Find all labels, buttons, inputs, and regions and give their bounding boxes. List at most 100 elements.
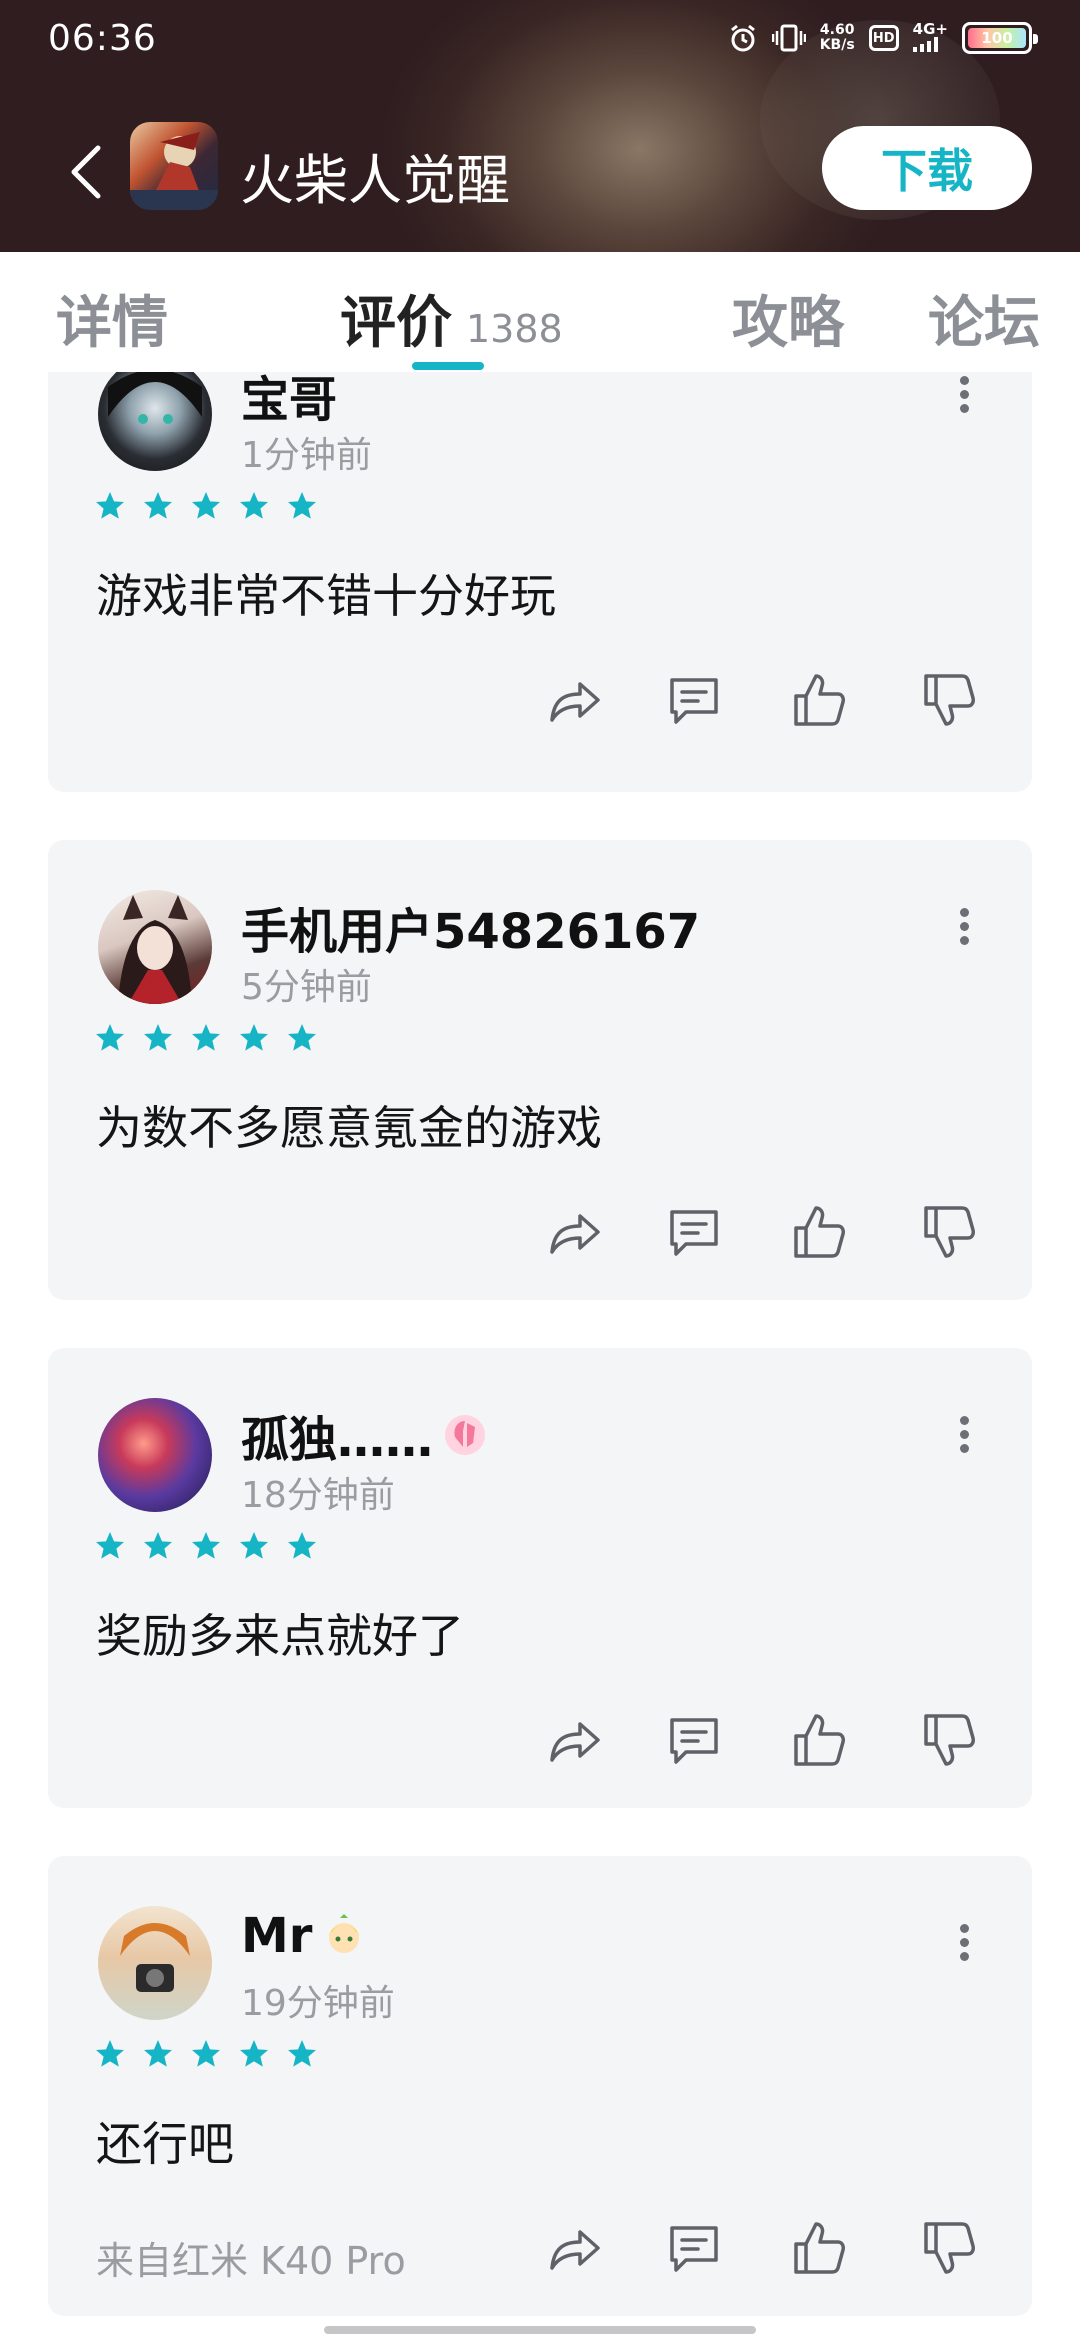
back-arrow-icon[interactable]: [62, 142, 112, 202]
comment-icon[interactable]: [664, 1710, 724, 1770]
avatar[interactable]: [98, 1906, 212, 2020]
rating-stars: [94, 490, 318, 522]
review-username[interactable]: Mr: [241, 1908, 366, 1964]
share-icon[interactable]: [544, 2218, 604, 2278]
tab-reviews-label: 评价: [340, 291, 452, 356]
signal-label: 4G+: [912, 20, 948, 38]
star-icon: [96, 1532, 124, 1559]
comment-icon[interactable]: [664, 1202, 724, 1262]
star-icon: [96, 1024, 124, 1051]
review-username[interactable]: 宝哥: [241, 372, 337, 430]
rating-stars: [94, 1530, 318, 1562]
net-speed: 4.60 KB/s: [820, 23, 855, 53]
status-time: 06:36: [48, 18, 157, 59]
star-icon: [240, 1532, 268, 1559]
more-options-icon[interactable]: [960, 376, 970, 413]
review-username[interactable]: 孤独……: [241, 1400, 487, 1470]
battery-level: 100: [968, 28, 1026, 48]
tab-bar: 详情 评价 1388 攻略 论坛: [0, 252, 1080, 372]
comment-icon[interactable]: [664, 670, 724, 730]
net-speed-unit: KB/s: [819, 37, 855, 53]
review-content: 奖励多来点就好了: [96, 1609, 464, 1663]
review-content: 游戏非常不错十分好玩: [96, 569, 556, 623]
star-icon: [144, 1532, 172, 1559]
net-speed-value: 4.60: [819, 22, 855, 38]
star-icon: [96, 2040, 124, 2067]
share-icon[interactable]: [544, 1710, 604, 1770]
thumbs-up-icon[interactable]: [788, 2218, 848, 2278]
star-icon: [144, 2040, 172, 2067]
review-content: 为数不多愿意氪金的游戏: [96, 1101, 602, 1155]
tab-reviews[interactable]: 评价 1388: [340, 278, 563, 359]
rating-stars: [94, 1022, 318, 1054]
app-header: 06:36 4.60 KB/s HD 4G+ 100 火柴人觉醒 下载: [0, 0, 1080, 252]
avatar[interactable]: [98, 1398, 212, 1512]
star-icon: [192, 1024, 220, 1051]
star-icon: [192, 1532, 220, 1559]
hd-icon: HD: [868, 25, 899, 51]
app-title: 火柴人觉醒: [240, 149, 510, 212]
username-text: 手机用户54826167: [241, 904, 701, 960]
star-icon: [288, 492, 316, 519]
more-options-icon[interactable]: [960, 908, 970, 945]
review-time: 18分钟前: [241, 1475, 395, 1516]
review-actions: [48, 1710, 1032, 1770]
battery-icon: 100: [962, 22, 1038, 54]
tab-guides[interactable]: 攻略: [732, 278, 844, 359]
user-badge-icon: [445, 1415, 486, 1455]
more-options-icon[interactable]: [960, 1416, 970, 1453]
status-bar: 06:36 4.60 KB/s HD 4G+ 100: [0, 0, 1080, 80]
thumbs-up-icon[interactable]: [788, 1710, 848, 1770]
review-card: 孤独…… 18分钟前 奖励多来点就好了: [48, 1348, 1032, 1808]
thumbs-down-icon[interactable]: [918, 2218, 978, 2278]
share-icon[interactable]: [544, 670, 604, 730]
star-icon: [240, 1024, 268, 1051]
star-icon: [240, 2040, 268, 2067]
star-icon: [288, 1532, 316, 1559]
review-actions: [48, 1202, 1032, 1262]
review-list[interactable]: 宝哥 1分钟前 游戏非常不错十分好玩 手机用户54826167 5分钟前 为数不…: [0, 372, 1080, 2340]
vibrate-icon: [771, 24, 806, 52]
tab-guides-label: 攻略: [732, 291, 844, 356]
username-text: 宝哥: [241, 372, 338, 428]
app-icon: [130, 122, 218, 210]
review-card: 手机用户54826167 5分钟前 为数不多愿意氪金的游戏: [48, 840, 1032, 1300]
tab-details[interactable]: 详情: [56, 278, 168, 359]
review-content: 还行吧: [96, 2117, 234, 2171]
thumbs-down-icon[interactable]: [918, 1202, 978, 1262]
review-actions: [48, 670, 1032, 730]
star-icon: [192, 492, 220, 519]
top-app-bar: 火柴人觉醒 下载: [0, 120, 1080, 220]
review-card: 宝哥 1分钟前 游戏非常不错十分好玩: [48, 372, 1032, 792]
avatar[interactable]: [98, 890, 212, 1004]
star-icon: [144, 1024, 172, 1051]
review-actions: [48, 2218, 1032, 2278]
thumbs-down-icon[interactable]: [918, 1710, 978, 1770]
thumbs-down-icon[interactable]: [918, 670, 978, 730]
thumbs-up-icon[interactable]: [788, 1202, 848, 1262]
star-icon: [144, 492, 172, 519]
review-username[interactable]: 手机用户54826167: [241, 892, 700, 962]
review-time: 5分钟前: [241, 967, 372, 1008]
comment-icon[interactable]: [664, 2218, 724, 2278]
alarm-icon: [730, 24, 755, 52]
user-badge-icon: [328, 1914, 361, 1953]
more-options-icon[interactable]: [960, 1924, 970, 1961]
download-button[interactable]: 下载: [822, 126, 1032, 210]
review-count: 1388: [466, 307, 563, 351]
review-time: 1分钟前: [241, 435, 372, 476]
home-indicator[interactable]: [324, 2326, 756, 2334]
tab-forum-label: 论坛: [928, 291, 1040, 356]
star-icon: [96, 492, 124, 519]
review-card: Mr 19分钟前 还行吧 来自红米 K40 Pro: [48, 1856, 1032, 2316]
username-text: 孤独……: [241, 1412, 434, 1468]
star-icon: [192, 2040, 220, 2067]
tab-details-label: 详情: [56, 291, 168, 356]
username-text: Mr: [241, 1908, 313, 1964]
tab-forum[interactable]: 论坛: [928, 278, 1040, 359]
rating-stars: [94, 2038, 318, 2070]
signal-icon: 4G+: [912, 20, 948, 54]
thumbs-up-icon[interactable]: [788, 670, 848, 730]
share-icon[interactable]: [544, 1202, 604, 1262]
avatar[interactable]: [98, 372, 212, 471]
